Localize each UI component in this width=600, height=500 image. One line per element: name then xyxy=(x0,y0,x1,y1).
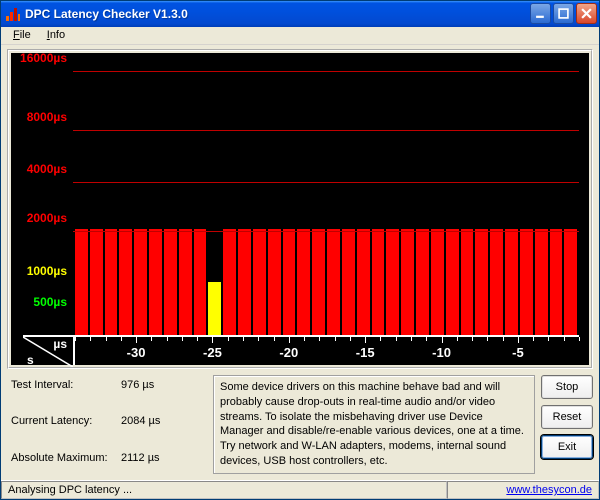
latency-bar xyxy=(312,229,325,335)
chart-frame: 500µs1000µs2000µs4000µs8000µs16000µs µs … xyxy=(7,49,593,369)
latency-bar xyxy=(490,229,503,335)
interval-label: Test Interval: xyxy=(11,379,121,401)
x-tick-label: -20 xyxy=(279,345,298,360)
menu-info[interactable]: Info xyxy=(39,27,73,43)
latency-bar xyxy=(357,229,370,335)
latency-bar xyxy=(372,229,385,335)
y-tick-label: 4000µs xyxy=(27,162,67,176)
latency-bar xyxy=(520,229,533,335)
latency-bar xyxy=(431,229,444,335)
gridline xyxy=(73,182,579,183)
latency-chart: 500µs1000µs2000µs4000µs8000µs16000µs µs … xyxy=(11,53,589,365)
close-button[interactable] xyxy=(576,3,597,24)
gridline xyxy=(73,231,579,232)
latency-bar xyxy=(253,229,266,335)
statusbar: Analysing DPC latency ... www.thesycon.d… xyxy=(1,480,599,499)
window-title: DPC Latency Checker V1.3.0 xyxy=(25,7,530,21)
latency-bar xyxy=(446,229,459,335)
latency-bar xyxy=(283,229,296,335)
gridline xyxy=(73,71,579,72)
latency-bar xyxy=(223,229,236,335)
latency-bar xyxy=(268,229,281,335)
y-unit-label: µs xyxy=(53,337,67,351)
y-tick-label: 16000µs xyxy=(20,51,67,65)
latency-bar xyxy=(105,229,118,335)
status-text: Analysing DPC latency ... xyxy=(1,481,447,499)
bar-container xyxy=(73,63,579,335)
latency-bar xyxy=(238,229,251,335)
latency-bar xyxy=(416,229,429,335)
x-tick-label: -25 xyxy=(203,345,222,360)
gridline xyxy=(73,130,579,131)
latency-bar xyxy=(297,229,310,335)
menu-file[interactable]: File xyxy=(5,27,39,43)
latency-bar xyxy=(134,229,147,335)
plot-area: 500µs1000µs2000µs4000µs8000µs16000µs xyxy=(73,63,579,335)
max-value: 2112 µs xyxy=(121,452,191,474)
website-link[interactable]: www.thesycon.de xyxy=(506,484,592,496)
x-unit-label: s xyxy=(27,353,34,367)
latency-bar xyxy=(208,282,221,335)
y-tick-label: 500µs xyxy=(33,295,67,309)
app-window: DPC Latency Checker V1.3.0 File Info 500… xyxy=(0,0,600,500)
latency-bar xyxy=(461,229,474,335)
x-tick-label: -5 xyxy=(512,345,524,360)
current-value: 2084 µs xyxy=(121,415,191,437)
latency-bar xyxy=(119,229,132,335)
x-tick-label: -15 xyxy=(356,345,375,360)
stats-panel: Test Interval: 976 µs Current Latency: 2… xyxy=(7,375,207,474)
axis-corner: µs s xyxy=(23,337,73,367)
menubar: File Info xyxy=(1,27,599,45)
max-label: Absolute Maximum: xyxy=(11,452,121,474)
y-tick-label: 1000µs xyxy=(27,264,67,278)
latency-bar xyxy=(505,229,518,335)
latency-bar xyxy=(179,229,192,335)
latency-bar xyxy=(327,229,340,335)
minimize-button[interactable] xyxy=(530,3,551,24)
latency-bar xyxy=(149,229,162,335)
latency-bar xyxy=(194,229,207,335)
x-axis: µs s -30 -25 -20 -15 -10 -5 xyxy=(23,335,579,365)
latency-bar xyxy=(75,229,88,335)
x-tick-label: -10 xyxy=(432,345,451,360)
y-tick-label: 8000µs xyxy=(27,110,67,124)
latency-bar xyxy=(535,229,548,335)
latency-bar xyxy=(342,229,355,335)
x-tick-label: -30 xyxy=(127,345,146,360)
exit-button[interactable]: Exit xyxy=(541,435,593,459)
message-box: Some device drivers on this machine beha… xyxy=(213,375,535,474)
x-ticks: -30 -25 -20 -15 -10 -5 xyxy=(73,337,579,365)
latency-bar xyxy=(564,229,577,335)
titlebar: DPC Latency Checker V1.3.0 xyxy=(1,1,599,27)
interval-value: 976 µs xyxy=(121,379,191,401)
latency-bar xyxy=(90,229,103,335)
maximize-button[interactable] xyxy=(553,3,574,24)
latency-bar xyxy=(550,229,563,335)
app-icon xyxy=(5,6,21,22)
latency-bar xyxy=(401,229,414,335)
latency-bar xyxy=(475,229,488,335)
latency-bar xyxy=(164,229,177,335)
latency-bar xyxy=(386,229,399,335)
stop-button[interactable]: Stop xyxy=(541,375,593,399)
reset-button[interactable]: Reset xyxy=(541,405,593,429)
current-label: Current Latency: xyxy=(11,415,121,437)
y-tick-label: 2000µs xyxy=(27,211,67,225)
